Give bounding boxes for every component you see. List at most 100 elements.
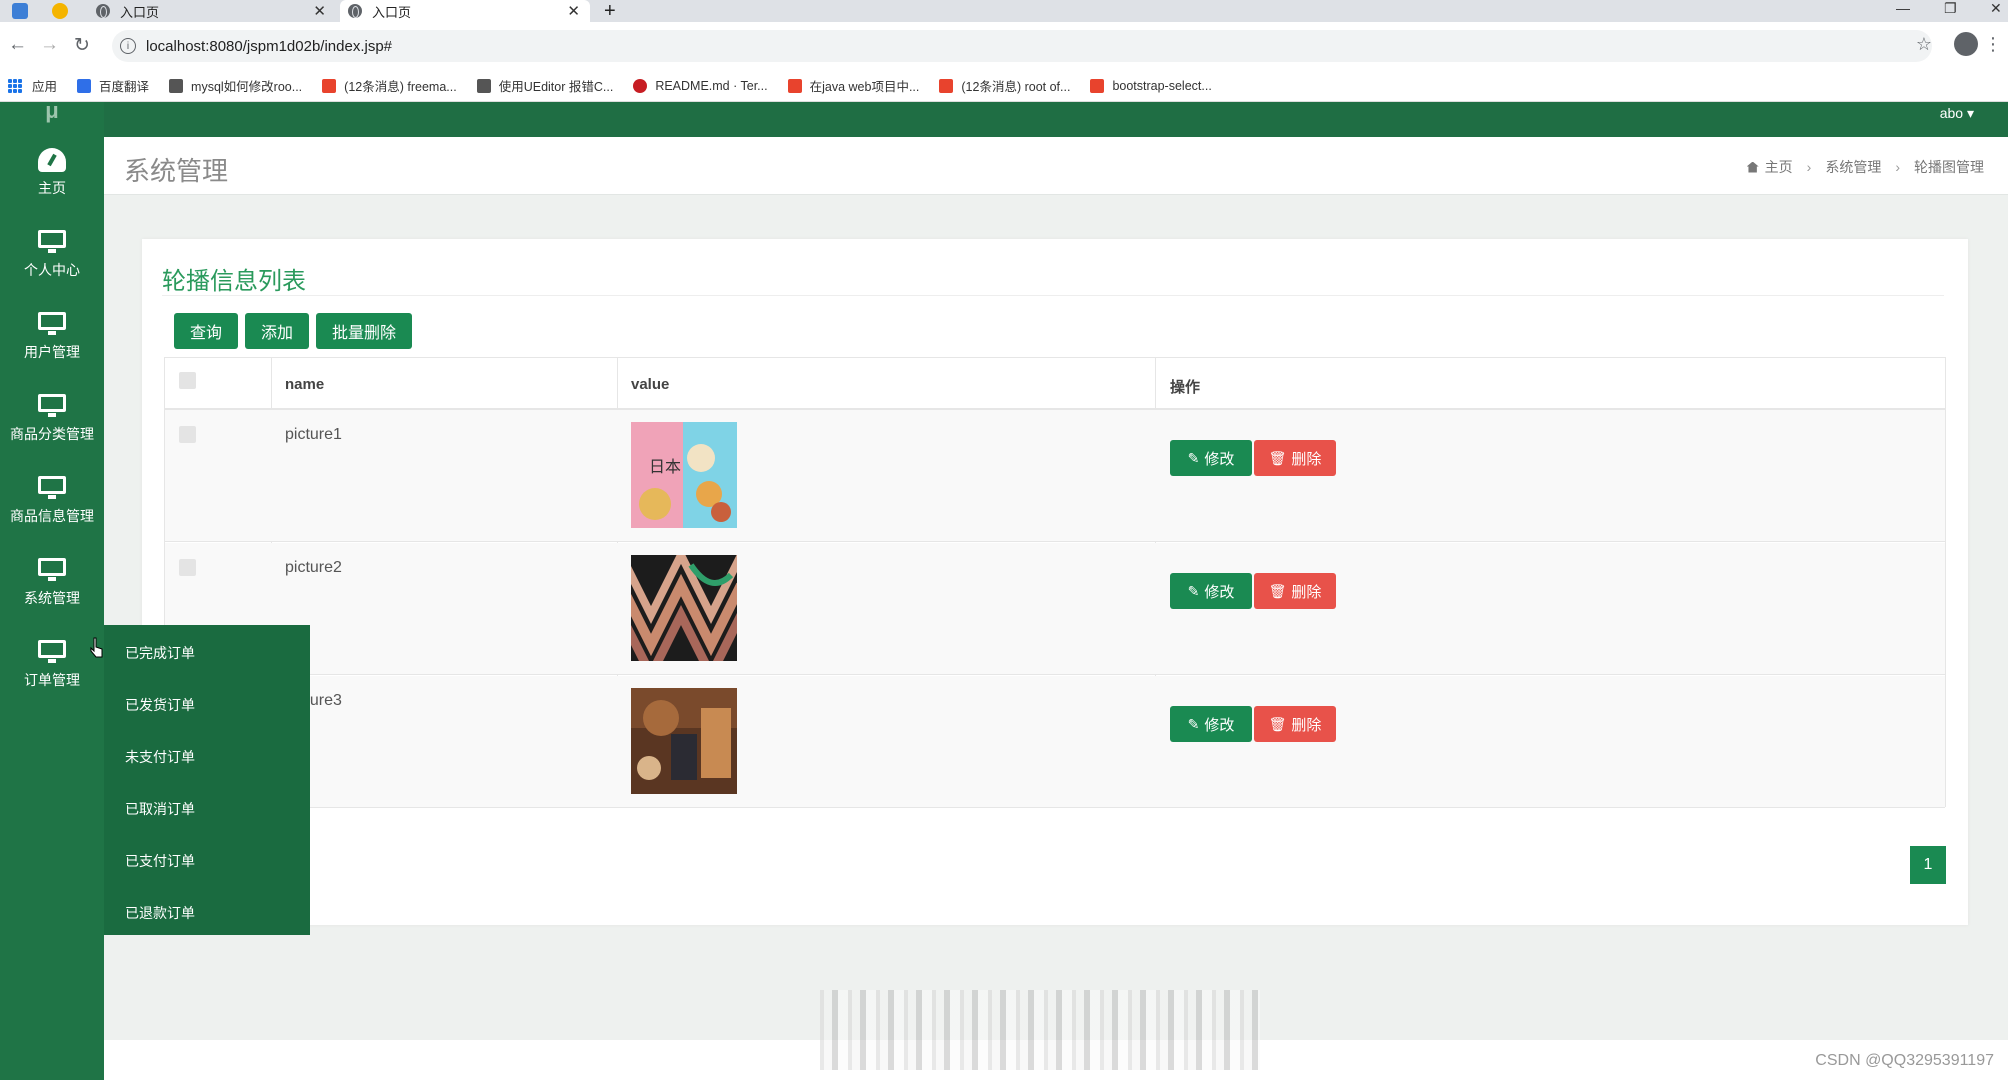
carousel-table: name value 操作 picture1 日本 ✎ 修改 🗑 删除 pict… — [164, 357, 1946, 808]
bookmark-item[interactable]: bootstrap-select... — [1090, 78, 1212, 93]
pagination-page-1[interactable]: 1 — [1910, 846, 1946, 884]
sidebar-item-products[interactable]: 商品信息管理 — [0, 460, 104, 542]
info-icon[interactable]: i — [120, 38, 136, 54]
toolbar: 查询 添加 批量删除 — [174, 313, 419, 349]
submenu-item-unpaid[interactable]: 未支付订单 — [125, 747, 195, 767]
row-actions: ✎ 修改 🗑 删除 — [1170, 706, 1338, 742]
bookmark-item[interactable]: (12条消息) root of... — [939, 76, 1070, 95]
breadcrumb-system[interactable]: 系统管理 — [1825, 157, 1881, 177]
add-button[interactable]: 添加 — [245, 313, 310, 349]
bookmarks-bar: 应用 百度翻译 mysql如何修改roo... (12条消息) freema... 使用… — [0, 70, 2008, 102]
trash-icon: 🗑 — [1268, 449, 1287, 466]
monitor-icon — [38, 230, 66, 253]
sidebar-item-profile[interactable]: 个人中心 — [0, 214, 104, 296]
submenu-item-completed[interactable]: 已完成订单 — [125, 643, 195, 663]
submenu-item-shipped[interactable]: 已发货订单 — [125, 695, 195, 715]
minimize-icon[interactable]: — — [1896, 0, 1910, 16]
column-header-actions: 操作 — [1170, 379, 1201, 396]
restore-icon[interactable]: ❐ — [1944, 0, 1957, 17]
user-dropdown[interactable]: abo ▾ — [1940, 102, 1974, 124]
table-header: name value 操作 — [165, 358, 1945, 410]
select-all-checkbox[interactable] — [179, 372, 196, 389]
row-name: picture2 — [285, 559, 342, 576]
edit-button[interactable]: ✎ 修改 — [1170, 706, 1252, 742]
submenu-item-cancelled[interactable]: 已取消订单 — [125, 799, 195, 819]
address-bar-row: ← → ↻ i localhost:8080/jspm1d02b/index.j… — [0, 22, 2008, 70]
batch-delete-button[interactable]: 批量删除 — [316, 313, 413, 349]
monitor-icon — [38, 558, 66, 581]
table-row: picture2 ✎ 修改 🗑 删除 — [165, 543, 1945, 675]
sidebar-item-label: 系统管理 — [24, 590, 80, 606]
reload-icon[interactable]: ↻ — [74, 34, 90, 57]
sidebar-item-home[interactable]: 主页 — [0, 132, 104, 214]
monitor-icon — [38, 640, 66, 663]
apps-grid-icon — [8, 78, 22, 93]
bookmark-item[interactable]: mysql如何修改roo... — [169, 76, 302, 95]
home-icon — [1746, 161, 1759, 173]
sidebar: μ 主页 个人中心 用户管理 商品分类管理 商品信息管理 系统管理 订单管理 — [0, 100, 104, 1080]
watermark: CSDN @QQ3295391197 — [1815, 1052, 1994, 1069]
profile-avatar-icon[interactable] — [1954, 32, 1978, 56]
bookmark-star-icon[interactable]: ☆ — [1916, 34, 1932, 55]
bookmark-item[interactable]: 使用UEditor 报错C... — [476, 76, 614, 95]
edit-button[interactable]: ✎ 修改 — [1170, 440, 1252, 476]
delete-button[interactable]: 🗑 删除 — [1254, 706, 1336, 742]
edit-label: 修改 — [1204, 583, 1235, 601]
close-window-icon[interactable]: ✕ — [1990, 0, 2002, 17]
row-checkbox[interactable] — [179, 426, 196, 443]
close-tab-icon[interactable]: ✕ — [313, 2, 326, 20]
mail-pinned-tab-icon[interactable] — [12, 3, 28, 19]
sidebar-item-label: 商品分类管理 — [10, 426, 94, 442]
forward-arrow-icon[interactable]: → — [40, 34, 59, 56]
more-menu-icon[interactable]: ⋮ — [1984, 34, 2002, 55]
carousel-image-thumbnail: 日本 — [631, 422, 737, 528]
bookmark-label: 百度翻译 — [99, 80, 150, 94]
carousel-image-thumbnail — [631, 555, 737, 661]
tab-title: 入口页 — [120, 4, 160, 20]
bookmark-item[interactable]: 应用 — [8, 76, 57, 95]
monitor-icon — [38, 476, 66, 499]
page-header: 系统管理 主页 › 系统管理 › 轮播图管理 — [104, 137, 2008, 195]
query-button[interactable]: 查询 — [174, 313, 239, 349]
submenu-item-refunded[interactable]: 已退款订单 — [125, 903, 195, 923]
sidebar-item-orders[interactable]: 订单管理 — [0, 624, 104, 706]
delete-button[interactable]: 🗑 删除 — [1254, 573, 1336, 609]
submenu-item-paid[interactable]: 已支付订单 — [125, 851, 195, 871]
sidebar-item-users[interactable]: 用户管理 — [0, 296, 104, 378]
bookmark-item[interactable]: (12条消息) freema... — [322, 76, 457, 95]
sidebar-item-system[interactable]: 系统管理 — [0, 542, 104, 624]
bookmark-icon — [169, 78, 184, 93]
blurred-footer-overlay — [820, 990, 1260, 1070]
row-checkbox[interactable] — [179, 559, 196, 576]
bookmark-item[interactable]: 在java web项目中... — [787, 76, 919, 95]
sidebar-item-label: 个人中心 — [24, 262, 80, 278]
edit-button[interactable]: ✎ 修改 — [1170, 573, 1252, 609]
url-field[interactable]: i localhost:8080/jspm1d02b/index.jsp# — [112, 30, 1932, 62]
mouse-pointer-icon — [90, 637, 103, 658]
back-arrow-icon[interactable]: ← — [8, 34, 27, 56]
delete-button[interactable]: 🗑 删除 — [1254, 440, 1336, 476]
close-tab-icon[interactable]: ✕ — [567, 2, 580, 20]
tab-2-active[interactable]: 入口页 ✕ — [340, 0, 590, 22]
edit-label: 修改 — [1204, 450, 1235, 468]
sidebar-item-label: 主页 — [38, 180, 66, 196]
chrome-pinned-tab-icon[interactable] — [52, 3, 68, 19]
carousel-image-thumbnail — [631, 688, 737, 794]
page-title: 系统管理 — [124, 156, 229, 186]
bookmark-icon — [476, 78, 491, 93]
bookmark-label: 使用UEditor 报错C... — [498, 80, 614, 94]
sidebar-item-label: 商品信息管理 — [10, 508, 94, 524]
new-tab-button[interactable]: + — [604, 0, 616, 22]
baidu-translate-icon — [77, 78, 92, 93]
bookmark-item[interactable]: 百度翻译 — [77, 76, 149, 95]
csdn-icon — [787, 78, 802, 93]
bookmark-label: mysql如何修改roo... — [191, 80, 303, 94]
bookmark-item[interactable]: README.md · Ter... — [633, 78, 768, 93]
tab-1[interactable]: 入口页 ✕ — [94, 0, 326, 22]
breadcrumb-home[interactable]: 主页 — [1765, 157, 1793, 177]
bookmark-label: (12条消息) root of... — [961, 80, 1071, 94]
carousel-list-card: 轮播信息列表 查询 添加 批量删除 name value 操作 picture1 — [142, 239, 1968, 925]
table-row: picture3 ✎ 修改 🗑 删除 — [165, 676, 1945, 808]
svg-text:日本: 日本 — [649, 457, 681, 476]
sidebar-item-category[interactable]: 商品分类管理 — [0, 378, 104, 460]
